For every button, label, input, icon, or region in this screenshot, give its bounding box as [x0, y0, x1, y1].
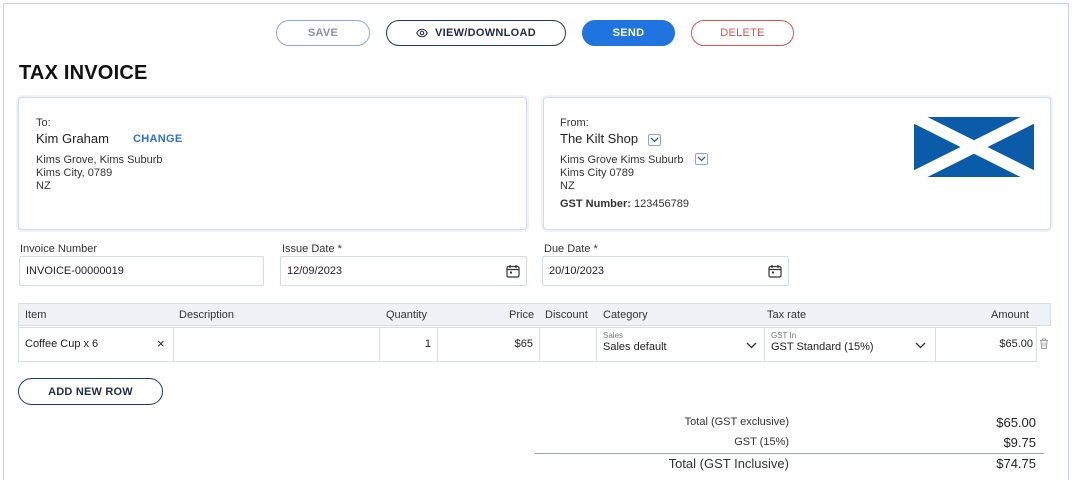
calendar-icon[interactable] — [768, 264, 782, 278]
due-date-label: Due Date * — [544, 243, 598, 255]
gst-number-value: 123456789 — [633, 198, 690, 210]
add-new-row-button[interactable]: ADD NEW ROW — [18, 378, 163, 405]
column-header-item: Item — [25, 309, 47, 321]
eye-icon — [416, 28, 428, 38]
column-header-category: Category — [603, 309, 648, 321]
due-date-value: 20/10/2023 — [549, 265, 605, 277]
recipient-address-line-2: Kims City, 0789 — [36, 167, 113, 179]
item-name: Coffee Cup x 6 — [25, 338, 99, 350]
column-header-amount: Amount — [991, 309, 1029, 321]
recipient-card: To: Kim Graham CHANGE Kims Grove, Kims S… — [18, 97, 527, 230]
scotland-flag-logo — [914, 117, 1034, 177]
invoice-number-label: Invoice Number — [20, 243, 98, 255]
chevron-down-icon — [915, 342, 926, 349]
quantity-cell[interactable]: 1 — [380, 328, 438, 361]
sender-address-chevron-icon[interactable] — [695, 153, 708, 165]
sender-card: From: The Kilt Shop Kims Grove Kims Subu… — [543, 97, 1051, 230]
column-header-discount: Discount — [545, 309, 588, 321]
column-header-quantity: Quantity — [386, 309, 427, 321]
gst-number-label: GST Number: — [560, 198, 631, 210]
table-row: Coffee Cup x 6 × 1 $65 Sales Sales defau… — [18, 327, 1037, 362]
issue-date-value: 12/09/2023 — [287, 265, 343, 277]
description-cell[interactable] — [174, 328, 380, 361]
column-header-description: Description — [179, 309, 235, 321]
calendar-icon[interactable] — [506, 264, 520, 278]
column-header-tax-rate: Tax rate — [767, 309, 807, 321]
chevron-down-icon — [746, 342, 757, 349]
amount-value: $65.00 — [999, 338, 1033, 350]
view-download-label: VIEW/DOWNLOAD — [434, 27, 537, 39]
issue-date-label: Issue Date * — [282, 243, 342, 255]
sender-select-chevron-icon[interactable] — [648, 134, 661, 146]
column-header-price: Price — [509, 309, 535, 321]
category-group-label: Sales — [603, 331, 624, 340]
invoice-panel — [3, 3, 1069, 480]
recipient-address-line-1: Kims Grove, Kims Suburb — [36, 154, 163, 166]
table-header: Item Description Quantity Price Discount… — [18, 303, 1051, 326]
total-exclusive-label: Total (GST exclusive) — [684, 416, 789, 428]
totals-divider — [535, 453, 1044, 454]
from-label: From: — [560, 117, 589, 129]
clear-item-icon[interactable]: × — [157, 336, 165, 351]
change-recipient-link[interactable]: CHANGE — [133, 133, 182, 145]
price-value: $65 — [514, 338, 533, 350]
due-date-input[interactable]: 20/10/2023 — [542, 256, 789, 286]
total-inclusive-value: $74.75 — [996, 456, 1036, 471]
to-label: To: — [36, 117, 51, 129]
delete-button[interactable]: DELETE — [691, 20, 794, 46]
sender-address-line-2: Kims City 0789 — [560, 167, 634, 179]
gst-total-label: GST (15%) — [734, 436, 789, 448]
recipient-address-line-3: NZ — [36, 180, 51, 192]
total-inclusive-label: Total (GST Inclusive) — [668, 456, 789, 471]
tax-group-label: GST In — [771, 331, 797, 340]
sender-address-line-3: NZ — [560, 180, 575, 192]
item-cell[interactable]: Coffee Cup x 6 × — [19, 328, 174, 361]
amount-cell: $65.00 — [936, 328, 1038, 361]
sender-name: The Kilt Shop — [560, 131, 639, 146]
discount-cell[interactable] — [540, 328, 597, 361]
trash-icon[interactable] — [1039, 338, 1049, 349]
invoice-number-input[interactable]: INVOICE-00000019 — [19, 256, 264, 286]
category-select[interactable]: Sales Sales default — [597, 328, 765, 361]
total-exclusive-value: $65.00 — [996, 415, 1036, 430]
tax-rate-value: GST Standard (15%) — [771, 341, 874, 353]
gst-total-value: $9.75 — [1003, 435, 1036, 450]
invoice-number-value: INVOICE-00000019 — [26, 265, 124, 277]
send-button[interactable]: SEND — [582, 20, 675, 46]
page-title: TAX INVOICE — [19, 62, 148, 84]
category-value: Sales default — [603, 341, 667, 353]
recipient-name: Kim Graham — [36, 131, 109, 146]
price-cell[interactable]: $65 — [438, 328, 540, 361]
sender-address-line-1: Kims Grove Kims Suburb — [560, 154, 684, 166]
tax-rate-select[interactable]: GST In GST Standard (15%) — [765, 328, 936, 361]
quantity-value: 1 — [424, 338, 431, 350]
save-button[interactable]: SAVE — [276, 20, 370, 46]
view-download-button[interactable]: VIEW/DOWNLOAD — [386, 20, 566, 46]
gst-number: GST Number: 123456789 — [560, 198, 689, 210]
issue-date-input[interactable]: 12/09/2023 — [280, 256, 527, 286]
